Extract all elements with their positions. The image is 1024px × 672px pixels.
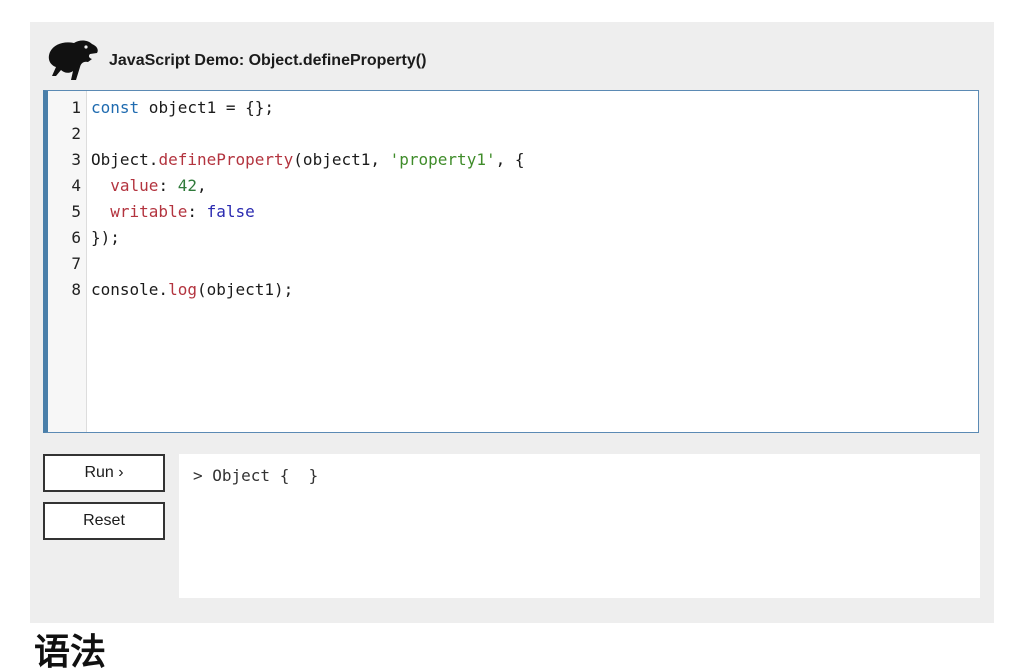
code-token: const xyxy=(91,98,140,117)
line-number: 8 xyxy=(71,280,81,299)
code-token: defineProperty xyxy=(158,150,294,169)
code-token: 'property1' xyxy=(389,150,496,169)
code-text[interactable]: writable: false xyxy=(91,199,255,225)
code-editor[interactable]: 1 const object1 = {}; 2 3 Object.definePrope… xyxy=(43,90,979,433)
line-number: 1 xyxy=(71,98,81,117)
code-token: writable xyxy=(110,202,188,221)
code-text[interactable]: const object1 = {}; xyxy=(91,95,274,121)
code-token: (object1); xyxy=(196,280,294,299)
line-number: 5 xyxy=(71,202,81,221)
line-number: 6 xyxy=(71,228,81,247)
console-output: > Object { } xyxy=(179,454,980,598)
console-output-line: > Object { } xyxy=(193,466,319,485)
code-text[interactable]: Object.defineProperty(object1, 'property… xyxy=(91,147,525,173)
code-token: , { xyxy=(495,150,525,169)
code-token: log xyxy=(168,280,197,299)
code-text[interactable]: }); xyxy=(91,225,120,251)
code-token: console. xyxy=(91,280,169,299)
code-token: Object. xyxy=(91,150,159,169)
interactive-example-panel: JavaScript Demo: Object.defineProperty()… xyxy=(30,22,994,623)
code-token: , xyxy=(196,176,207,195)
code-token: value xyxy=(110,176,159,195)
code-token: : xyxy=(187,202,207,221)
line-number: 4 xyxy=(71,176,81,195)
code-text[interactable]: value: 42, xyxy=(91,173,207,199)
dinosaur-logo-icon xyxy=(48,40,98,80)
code-token: }); xyxy=(91,228,120,247)
code-token: 42 xyxy=(177,176,197,195)
code-text[interactable]: console.log(object1); xyxy=(91,277,293,303)
section-heading: 语法 xyxy=(34,631,107,672)
example-title: JavaScript Demo: Object.defineProperty() xyxy=(109,52,427,69)
line-number: 2 xyxy=(71,124,81,143)
code-token: false xyxy=(206,202,255,221)
code-token: (object1, xyxy=(293,150,390,169)
reset-button[interactable]: Reset xyxy=(43,502,165,540)
code-token: : xyxy=(158,176,178,195)
line-number: 3 xyxy=(71,150,81,169)
run-button[interactable]: Run › xyxy=(43,454,165,492)
example-header: JavaScript Demo: Object.defineProperty() xyxy=(44,36,974,86)
code-token: object1 = {}; xyxy=(139,98,275,117)
line-number: 7 xyxy=(71,254,81,273)
